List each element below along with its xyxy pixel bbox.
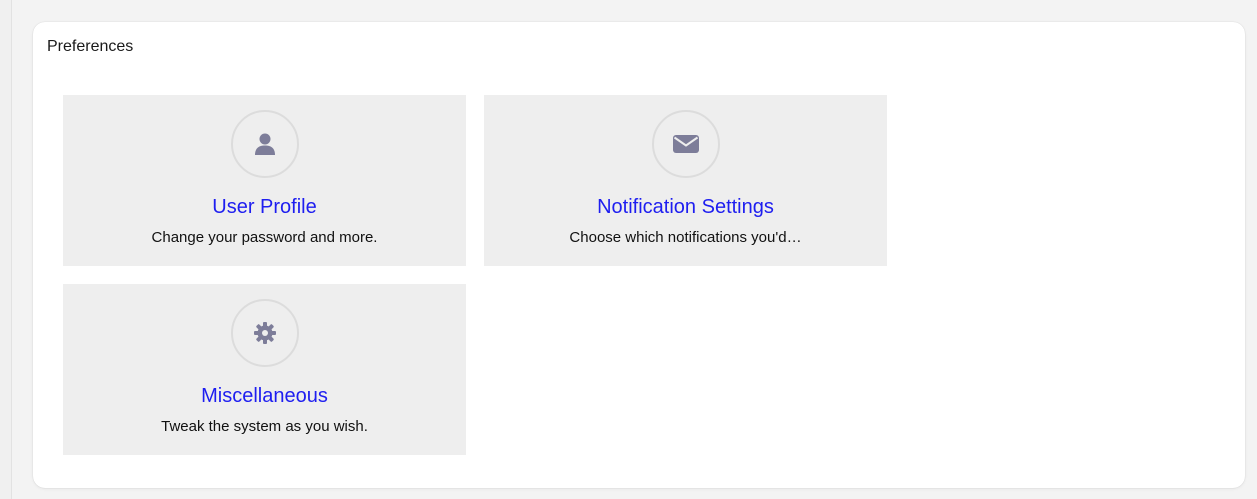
notification-settings-description: Choose which notifications you'd…	[569, 229, 802, 246]
envelope-icon-circle	[651, 110, 720, 178]
left-edge-strip	[0, 0, 12, 499]
user-icon	[254, 133, 275, 155]
miscellaneous-tile[interactable]: Miscellaneous Tweak the system as you wi…	[63, 284, 466, 455]
miscellaneous-description: Tweak the system as you wish.	[161, 418, 368, 435]
miscellaneous-title[interactable]: Miscellaneous	[63, 384, 466, 408]
notification-settings-tile[interactable]: Notification Settings Choose which notif…	[484, 95, 887, 266]
preferences-panel: Preferences User Profile Change your pas…	[33, 22, 1245, 488]
envelope-icon	[672, 135, 699, 153]
gear-icon	[253, 322, 276, 344]
user-profile-tile[interactable]: User Profile Change your password and mo…	[63, 95, 466, 266]
user-profile-description: Change your password and more.	[151, 229, 378, 246]
gear-icon-circle	[230, 299, 299, 367]
user-icon-circle	[230, 110, 299, 178]
notification-settings-title[interactable]: Notification Settings	[484, 195, 887, 219]
panel-title: Preferences	[47, 38, 134, 55]
user-profile-title[interactable]: User Profile	[63, 195, 466, 219]
